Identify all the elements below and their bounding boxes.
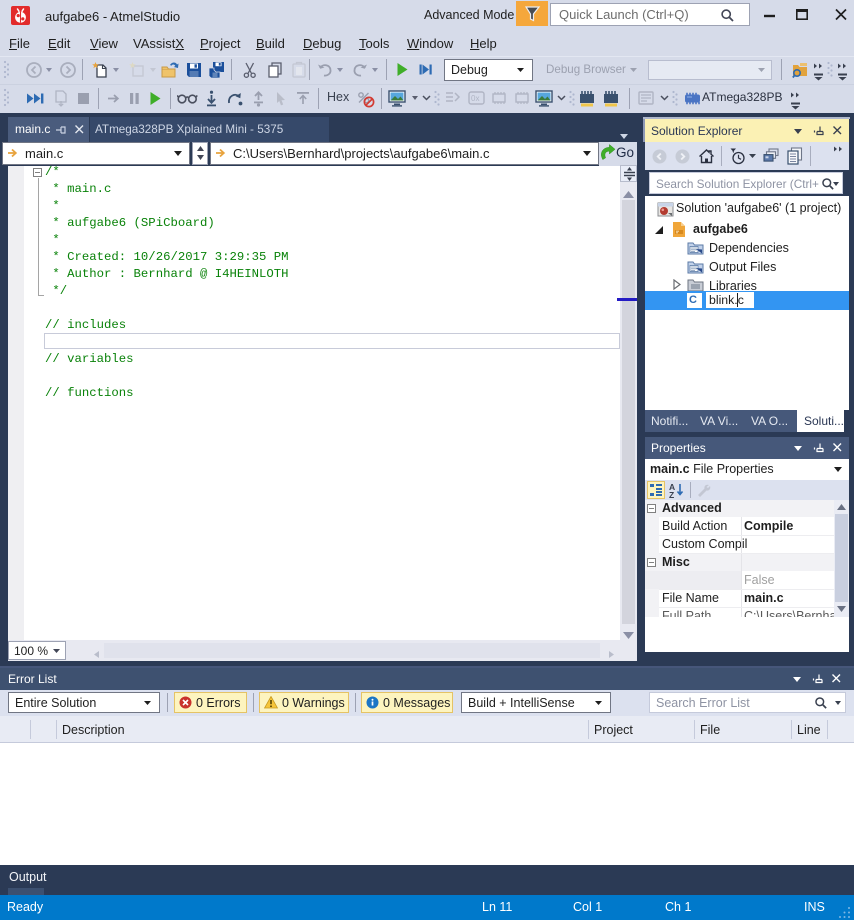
svg-text:Z: Z <box>669 490 674 498</box>
svg-text:0x: 0x <box>471 94 479 103</box>
